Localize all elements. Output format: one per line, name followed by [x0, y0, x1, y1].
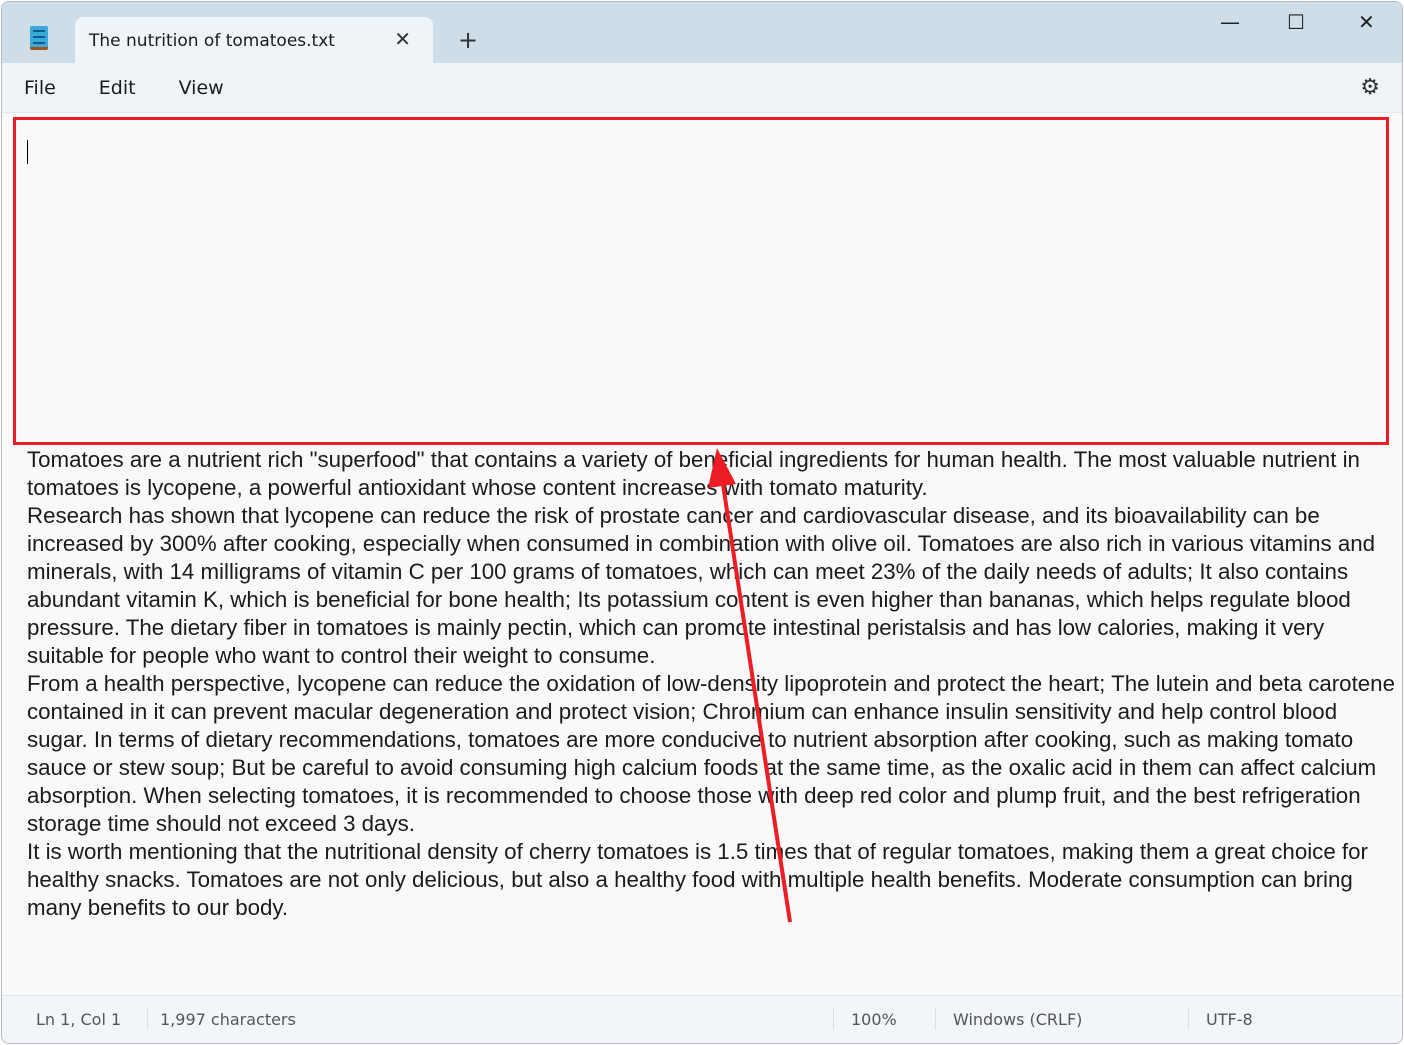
red-arrow-annotation	[708, 448, 792, 923]
